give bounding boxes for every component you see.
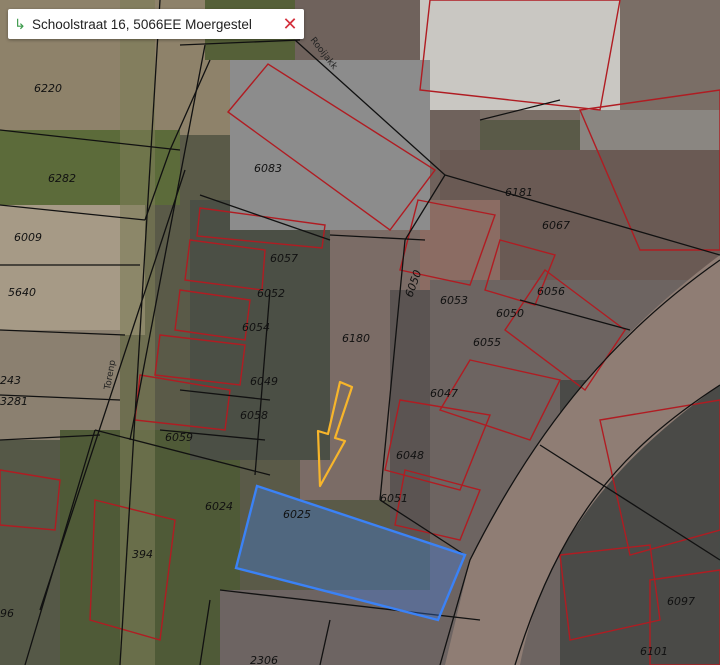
parcel-label-6083: 6083: [254, 162, 282, 175]
parcel-label-394: 394: [132, 548, 153, 561]
parcel-label-243: 243: [0, 374, 21, 387]
parcel-label-6024: 6024: [205, 500, 233, 513]
search-address-text[interactable]: Schoolstraat 16, 5066EE Moergestel: [32, 17, 276, 32]
parcel-label-96: 96: [0, 607, 14, 620]
parcel-label-6025: 6025: [283, 508, 311, 521]
parcel-label-6057: 6057: [270, 252, 298, 265]
parcel-label-5640: 5640: [8, 286, 36, 299]
parcel-label-6282: 6282: [48, 172, 76, 185]
parcel-label-6101: 6101: [640, 645, 668, 658]
parcel-label-6067: 6067: [542, 219, 570, 232]
parcel-label-6052: 6052: [257, 287, 285, 300]
parcel-label-6047: 6047: [430, 387, 458, 400]
return-arrow-icon: ↳: [14, 15, 26, 32]
parcel-label-6180: 6180: [342, 332, 370, 345]
parcel-label-6009: 6009: [14, 231, 42, 244]
parcel-label-6049: 6049: [250, 375, 278, 388]
parcel-label-6055: 6055: [473, 336, 501, 349]
parcel-label-6220: 6220: [34, 82, 62, 95]
parcel-label-6053: 6053: [440, 294, 468, 307]
cadastral-map[interactable]: 6220 6282 6009 5640 243 3281 6083 6057 6…: [0, 0, 720, 665]
parcel-label-6050-b: 6050: [496, 307, 524, 320]
parcel-label-6058: 6058: [240, 409, 268, 422]
parcel-label-6181: 6181: [505, 186, 533, 199]
parcel-label-3281: 3281: [0, 395, 28, 408]
parcel-label-6054: 6054: [242, 321, 270, 334]
parcel-label-6051: 6051: [380, 492, 408, 505]
parcel-label-6048: 6048: [396, 449, 424, 462]
parcel-label-6059: 6059: [165, 431, 193, 444]
parcel-label-6056: 6056: [537, 285, 565, 298]
parcel-label-2306: 2306: [250, 654, 278, 665]
close-icon[interactable]: ✕: [276, 14, 304, 35]
address-search-box[interactable]: ↳ Schoolstraat 16, 5066EE Moergestel ✕: [8, 9, 304, 39]
parcel-label-6097: 6097: [667, 595, 695, 608]
